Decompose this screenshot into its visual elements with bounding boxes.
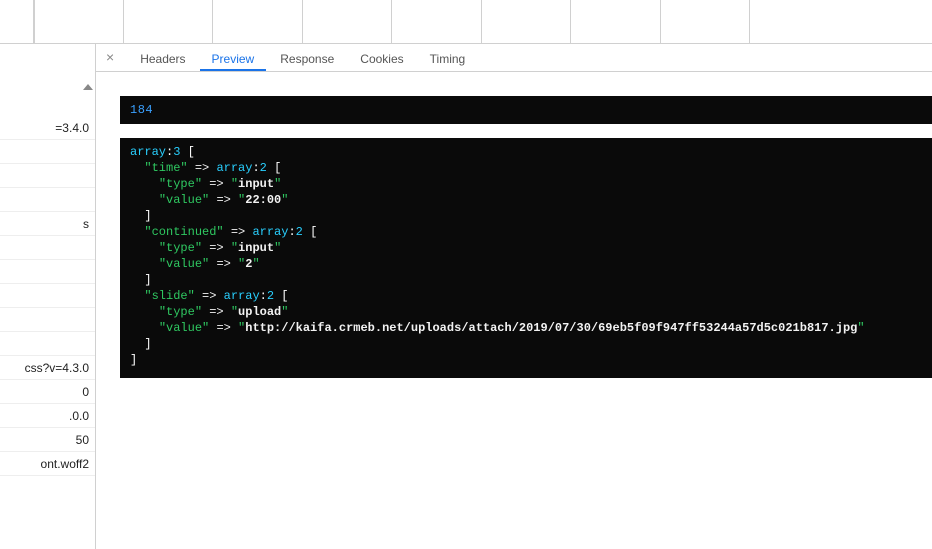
request-row[interactable] [0, 260, 95, 284]
details-tabs: × HeadersPreviewResponseCookiesTiming [96, 44, 932, 72]
waterfall-column [481, 0, 570, 43]
response-dump: 184 array:3 [ ″time″ => array:2 [ ″type″… [120, 96, 932, 378]
waterfall-column [570, 0, 660, 43]
request-row[interactable] [0, 332, 95, 356]
close-details-button[interactable]: × [104, 49, 124, 71]
request-row[interactable]: .0.0 [0, 404, 95, 428]
tab-preview[interactable]: Preview [200, 47, 267, 71]
tab-cookies[interactable]: Cookies [348, 47, 415, 71]
main-split: =3.4.0 s css?v=4.3.00.0.050ont.woff2 × Hea… [0, 44, 932, 549]
request-row[interactable] [0, 308, 95, 332]
waterfall-column [391, 0, 481, 43]
waterfall-column [123, 0, 212, 43]
request-row[interactable] [0, 140, 95, 164]
tab-response[interactable]: Response [268, 47, 346, 71]
waterfall-column [212, 0, 302, 43]
tab-headers[interactable]: Headers [128, 47, 197, 71]
request-row[interactable]: 0 [0, 380, 95, 404]
request-row[interactable]: s [0, 212, 95, 236]
request-row[interactable] [0, 188, 95, 212]
response-body: array:3 [ ″time″ => array:2 [ ″type″ => … [120, 138, 932, 378]
request-row[interactable] [0, 236, 95, 260]
request-row[interactable]: 50 [0, 428, 95, 452]
waterfall-column [660, 0, 749, 43]
preview-pane[interactable]: 184 array:3 [ ″time″ => array:2 [ ″type″… [96, 72, 932, 549]
request-row[interactable] [0, 284, 95, 308]
request-row[interactable]: ont.woff2 [0, 452, 95, 476]
tab-timing[interactable]: Timing [418, 47, 478, 71]
request-row[interactable]: =3.4.0 [0, 116, 95, 140]
response-status-line: 184 [120, 96, 932, 138]
waterfall-column [749, 0, 838, 43]
scroll-up-icon [83, 84, 93, 90]
waterfall-timeline [0, 0, 932, 44]
details-panel: × HeadersPreviewResponseCookiesTiming 18… [96, 44, 932, 549]
network-requests-list[interactable]: =3.4.0 s css?v=4.3.00.0.050ont.woff2 [0, 44, 96, 549]
waterfall-column [34, 0, 123, 43]
waterfall-column [302, 0, 391, 43]
request-row[interactable] [0, 164, 95, 188]
request-row[interactable]: css?v=4.3.0 [0, 356, 95, 380]
